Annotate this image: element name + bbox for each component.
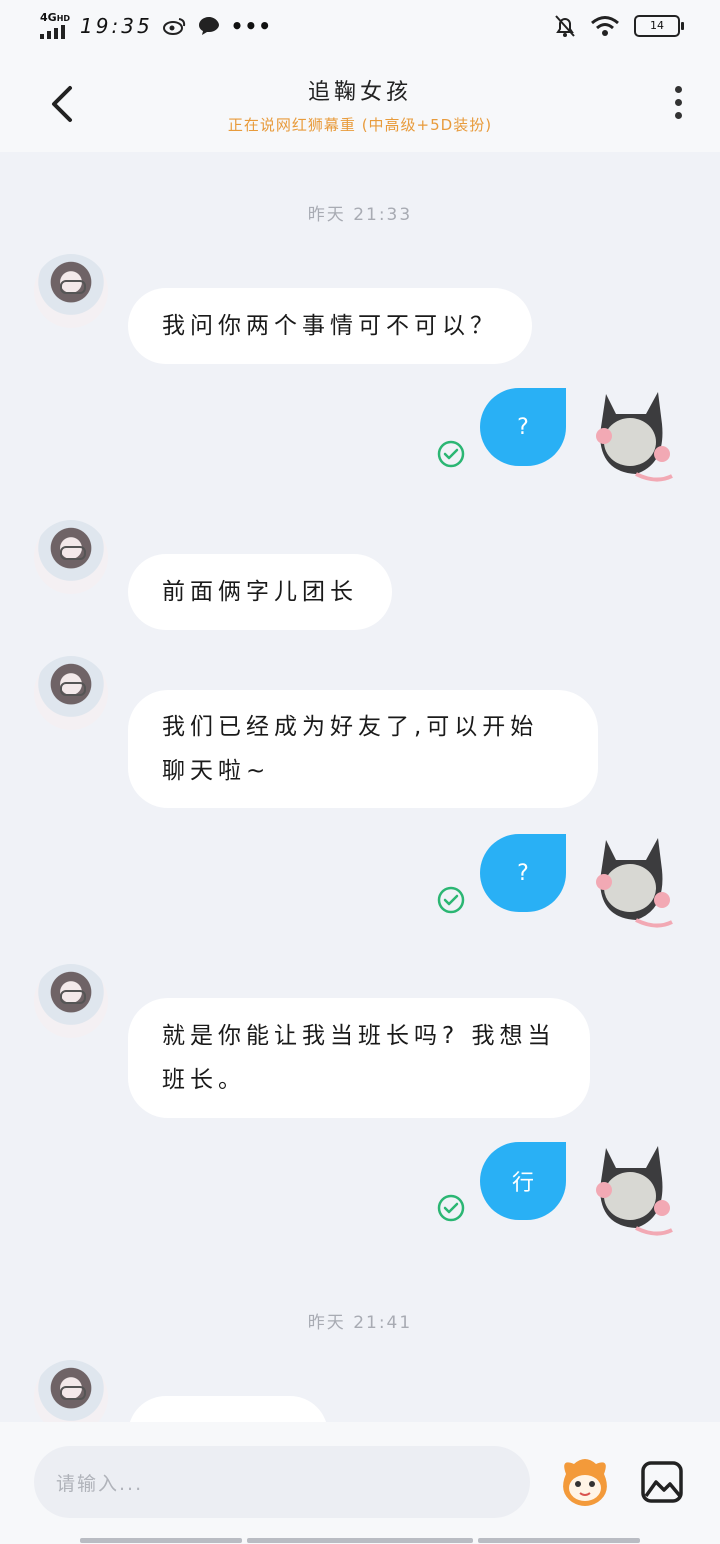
timestamp: 昨天 21:33: [307, 205, 413, 225]
more-dots-icon: •••: [230, 13, 273, 38]
message-text: 就是你能让我当班长吗? 我想当班长。: [162, 1023, 556, 1093]
input-bar: 请输入...: [0, 1422, 720, 1544]
check-circle-icon: [437, 440, 465, 468]
message-input[interactable]: 请输入...: [34, 1446, 530, 1518]
signal-icon: 4GHD: [40, 12, 70, 39]
message-sent[interactable]: ?: [480, 834, 566, 912]
message-text: 前面俩字儿团长: [162, 579, 358, 605]
mute-bell-icon: [555, 15, 575, 37]
message-received[interactable]: 就是你能让我当班长吗? 我想当班长。: [128, 998, 590, 1118]
nav-bar-segment: [247, 1538, 473, 1543]
message-received[interactable]: 前面俩字儿团长: [128, 554, 392, 630]
contact-avatar[interactable]: [34, 1360, 108, 1422]
wifi-icon: [591, 16, 619, 36]
nav-bar-segment: [80, 1538, 242, 1543]
user-avatar[interactable]: [586, 1138, 680, 1242]
contact-avatar[interactable]: [34, 520, 108, 594]
contact-avatar[interactable]: [34, 964, 108, 1038]
message-sent[interactable]: ?: [480, 388, 566, 466]
message-text: 行: [511, 1171, 534, 1196]
more-vertical-icon[interactable]: [672, 86, 684, 126]
emoji-mascot-icon[interactable]: [556, 1452, 614, 1510]
message-list[interactable]: 昨天 21:33 我问你两个事情可不可以？ ? 前面俩字儿团长 我们已经成为好友…: [0, 152, 720, 1422]
image-icon[interactable]: [640, 1460, 684, 1504]
check-circle-icon: [437, 886, 465, 914]
message-text: 我问你两个事情可不可以？: [162, 313, 498, 339]
status-bar: 4GHD 19:35 ••• 14: [0, 0, 720, 56]
contact-avatar[interactable]: [34, 254, 108, 328]
user-avatar[interactable]: [586, 384, 680, 488]
check-circle-icon: [437, 1194, 465, 1222]
contact-status: 正在说网红狮幕重 (中高级+5D装扮): [227, 116, 493, 134]
timestamp: 昨天 21:41: [307, 1313, 413, 1333]
contact-avatar[interactable]: [34, 656, 108, 730]
battery-icon: 14: [634, 15, 684, 37]
message-received[interactable]: 我们已经成为好友了,可以开始聊天啦~: [128, 690, 598, 808]
chat-bubble-icon: [198, 16, 219, 35]
message-text: 我们已经成为好友了,可以开始聊天啦~: [162, 714, 539, 784]
message-text: ?: [517, 860, 529, 886]
contact-name: 追鞠女孩: [307, 80, 412, 105]
message-received[interactable]: 我问你两个事情可不可以？: [128, 288, 532, 364]
message-text: ?: [517, 414, 529, 440]
status-time: 19:35: [80, 13, 153, 38]
weibo-icon: [162, 17, 185, 35]
message-sent[interactable]: 行: [480, 1142, 566, 1220]
chat-header: 追鞠女孩 正在说网红狮幕重 (中高级+5D装扮): [0, 56, 720, 152]
user-avatar[interactable]: [586, 830, 680, 934]
message-received[interactable]: [128, 1396, 328, 1422]
nav-bar-segment: [478, 1538, 640, 1543]
